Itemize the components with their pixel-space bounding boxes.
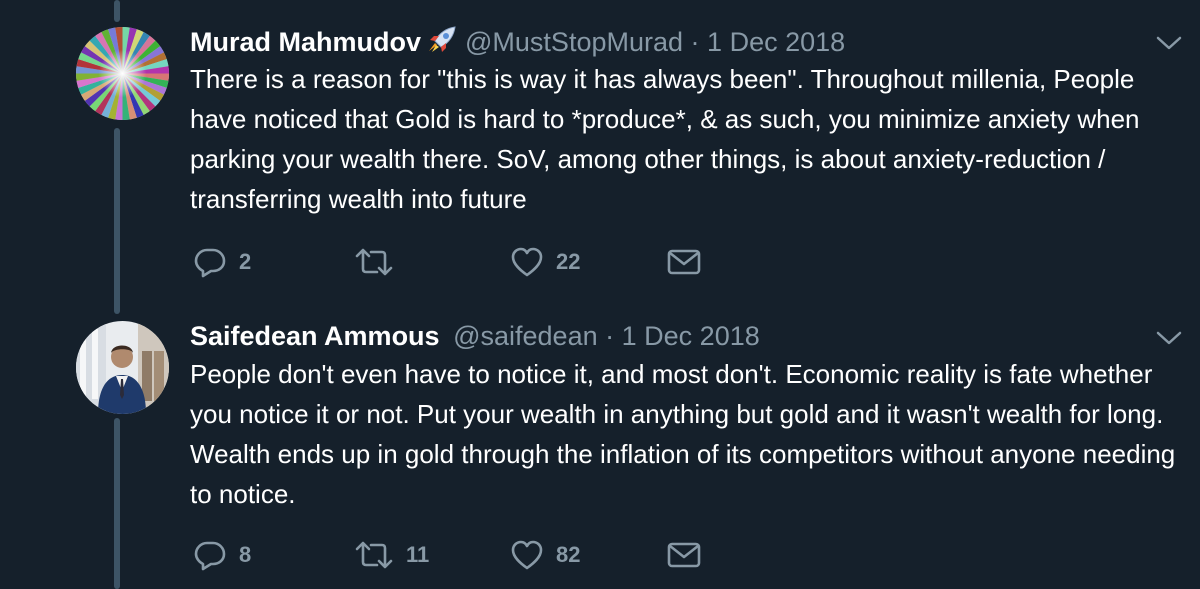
tweet-text: People don't even have to notice it, and…: [190, 359, 1176, 509]
reply-icon: [193, 245, 227, 279]
tweet-thread: Murad Mahmudov @MustStopMurad · 1 Dec 20…: [0, 0, 1200, 589]
like-button[interactable]: 22: [510, 244, 580, 280]
chevron-down-icon[interactable]: [1155, 328, 1183, 348]
tweet-text: There is a reason for "this is way it ha…: [190, 64, 1140, 214]
author-name[interactable]: Murad Mahmudov: [190, 27, 421, 57]
retweet-icon: [354, 245, 394, 279]
like-button[interactable]: 82: [510, 537, 580, 573]
tweet[interactable]: Saifedean Ammous @saifedean · 1 Dec 2018…: [0, 300, 1200, 589]
reply-icon: [193, 538, 227, 572]
heart-icon: [510, 246, 544, 278]
direct-message-button[interactable]: [666, 244, 702, 280]
retweet-count: 11: [406, 542, 430, 567]
retweet-button[interactable]: [354, 244, 406, 280]
separator: ·: [605, 321, 615, 351]
separator: ·: [690, 27, 700, 57]
direct-message-button[interactable]: [666, 537, 702, 573]
envelope-icon: [666, 540, 702, 570]
heart-icon: [510, 539, 544, 571]
reply-button[interactable]: 2: [193, 244, 251, 280]
retweet-icon: [354, 538, 394, 572]
reply-count: 8: [239, 542, 252, 567]
like-count: 82: [556, 542, 581, 567]
tweet[interactable]: Murad Mahmudov @MustStopMurad · 1 Dec 20…: [0, 0, 1200, 300]
tweet-date[interactable]: 1 Dec 2018: [622, 321, 760, 351]
like-count: 22: [556, 249, 581, 274]
tweet-actions: 8 11 82: [190, 537, 790, 573]
reply-count: 2: [239, 249, 252, 274]
author-handle[interactable]: @MustStopMurad: [465, 27, 683, 57]
retweet-button[interactable]: 11: [354, 537, 429, 573]
envelope-icon: [666, 247, 702, 277]
author-handle[interactable]: @saifedean: [453, 321, 598, 351]
chevron-down-icon[interactable]: [1155, 33, 1183, 53]
avatar[interactable]: [76, 27, 169, 120]
avatar[interactable]: [76, 321, 169, 414]
tweet-actions: 2 22: [190, 244, 790, 280]
reply-button[interactable]: 8: [193, 537, 251, 573]
rocket-emoji: [425, 25, 459, 55]
tweet-date[interactable]: 1 Dec 2018: [707, 27, 845, 57]
author-name[interactable]: Saifedean Ammous: [190, 321, 440, 351]
